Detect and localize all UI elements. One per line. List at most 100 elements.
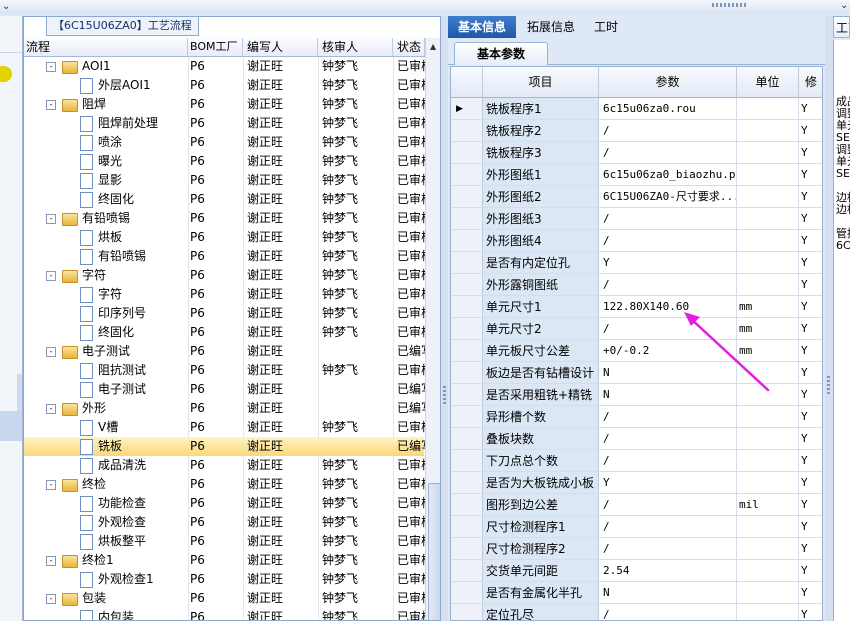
grid-row[interactable]: 铣板程序3/ Y <box>451 142 822 164</box>
unit-cell[interactable] <box>737 472 799 493</box>
tree-node[interactable]: - 终检1 <box>24 551 188 570</box>
tree-row[interactable]: - 阻焊 P6 谢正旺 钟梦飞 已审核 <box>24 95 429 114</box>
unit-cell[interactable] <box>737 582 799 603</box>
flag-cell[interactable]: Y <box>799 142 822 163</box>
param-cell[interactable]: / <box>599 516 737 537</box>
tree-row[interactable]: 烘板 P6 谢正旺 钟梦飞 已审核 <box>24 228 429 247</box>
flag-cell[interactable]: Y <box>799 406 822 427</box>
tree-row[interactable]: - 终检 P6 谢正旺 钟梦飞 已审核 <box>24 475 429 494</box>
param-cell[interactable]: / <box>599 406 737 427</box>
row-selector[interactable] <box>451 340 483 361</box>
tree-row[interactable]: 曝光 P6 谢正旺 钟梦飞 已审核 <box>24 152 429 171</box>
row-selector[interactable] <box>451 120 483 141</box>
tree-node[interactable]: 终固化 <box>24 323 188 342</box>
param-cell[interactable]: Y <box>599 472 737 493</box>
unit-cell[interactable]: mm <box>737 318 799 339</box>
collapse-toggle-icon[interactable]: - <box>46 594 56 604</box>
tree-row[interactable]: 外观检查1 P6 谢正旺 钟梦飞 已审核 <box>24 570 429 589</box>
tree-node[interactable]: 功能检查 <box>24 494 188 513</box>
tree-node[interactable]: 显影 <box>24 171 188 190</box>
row-selector[interactable] <box>451 472 483 493</box>
grid-row[interactable]: 异形槽个数 / Y <box>451 406 822 428</box>
col-header-unit[interactable]: 单位 <box>737 67 799 97</box>
tree-node[interactable]: - 字符 <box>24 266 188 285</box>
row-selector[interactable] <box>451 450 483 471</box>
row-selector[interactable] <box>451 406 483 427</box>
row-selector[interactable] <box>451 582 483 603</box>
collapse-toggle-icon[interactable]: - <box>46 214 56 224</box>
flag-cell[interactable]: Y <box>799 384 822 405</box>
flag-cell[interactable]: Y <box>799 494 822 515</box>
col-header-flag[interactable]: 修 <box>799 67 822 97</box>
unit-cell[interactable] <box>737 252 799 273</box>
grid-row[interactable]: 单元尺寸1 122.80X140.60 mm Y <box>451 296 822 318</box>
flag-cell[interactable]: Y <box>799 538 822 559</box>
unit-cell[interactable] <box>737 384 799 405</box>
tree-node[interactable]: 铣板 <box>24 437 188 456</box>
unit-cell[interactable] <box>737 406 799 427</box>
tree-node[interactable]: 外层AOI1 <box>24 76 188 95</box>
tree-row[interactable]: 显影 P6 谢正旺 钟梦飞 已审核 <box>24 171 429 190</box>
flag-cell[interactable]: Y <box>799 428 822 449</box>
param-cell[interactable]: +0/-0.2 <box>599 340 737 361</box>
tree-row[interactable]: - 有铅喷锡 P6 谢正旺 钟梦飞 已审核 <box>24 209 429 228</box>
tree-row[interactable]: - 电子测试 P6 谢正旺 已编写 <box>24 342 429 361</box>
tree-node[interactable]: 电子测试 <box>24 380 188 399</box>
collapse-arrow-icon[interactable]: ⌄ <box>840 0 848 11</box>
tree-row[interactable]: 有铅喷锡 P6 谢正旺 钟梦飞 已审核 <box>24 247 429 266</box>
grid-row[interactable]: 单元尺寸2/mm Y <box>451 318 822 340</box>
unit-cell[interactable] <box>737 362 799 383</box>
grid-row[interactable]: 是否有金属化半孔 N Y <box>451 582 822 604</box>
param-cell[interactable]: N <box>599 362 737 383</box>
param-cell[interactable]: / <box>599 538 737 559</box>
tree-row[interactable]: 终固化 P6 谢正旺 钟梦飞 已审核 <box>24 323 429 342</box>
grid-row[interactable]: 是否有内定位孔 Y Y <box>451 252 822 274</box>
row-selector[interactable] <box>451 604 483 620</box>
param-cell[interactable]: / <box>599 120 737 141</box>
unit-cell[interactable] <box>737 98 799 119</box>
collapse-toggle-icon[interactable]: - <box>46 62 56 72</box>
unit-cell[interactable] <box>737 450 799 471</box>
unit-cell[interactable] <box>737 604 799 620</box>
col-header-bom[interactable]: BOM工厂 <box>188 38 243 56</box>
collapse-toggle-icon[interactable]: - <box>46 347 56 357</box>
flag-cell[interactable]: Y <box>799 340 822 361</box>
param-cell[interactable]: / <box>599 604 737 620</box>
param-cell[interactable]: / <box>599 274 737 295</box>
grid-row[interactable]: 尺寸检测程序1/ Y <box>451 516 822 538</box>
tree-node[interactable]: 终固化 <box>24 190 188 209</box>
tree-node[interactable]: 内包装 <box>24 608 188 620</box>
flag-cell[interactable]: Y <box>799 230 822 251</box>
param-cell[interactable]: 6C15U06ZA0-尺寸要求... <box>599 186 737 207</box>
param-cell[interactable]: / <box>599 428 737 449</box>
collapse-toggle-icon[interactable]: - <box>46 404 56 414</box>
tree-row[interactable]: 印序列号 P6 谢正旺 钟梦飞 已审核 <box>24 304 429 323</box>
tree-row[interactable]: 内包装 P6 谢正旺 钟梦飞 已审核 <box>24 608 429 620</box>
row-selector[interactable] <box>451 164 483 185</box>
grid-row[interactable]: 板边是否有钻槽设计 N Y <box>451 362 822 384</box>
param-cell[interactable]: / <box>599 318 737 339</box>
tree-node[interactable]: 喷涂 <box>24 133 188 152</box>
grid-row[interactable]: 尺寸检测程序2/ Y <box>451 538 822 560</box>
param-cell[interactable]: / <box>599 450 737 471</box>
param-cell[interactable]: 6c15u06za0.rou <box>599 98 737 119</box>
col-header-param[interactable]: 参数 <box>599 67 737 97</box>
grid-row[interactable]: 是否采用粗铣+精铣 N Y <box>451 384 822 406</box>
tree-row[interactable]: V槽 P6 谢正旺 钟梦飞 已审核 <box>24 418 429 437</box>
tree-node[interactable]: 有铅喷锡 <box>24 247 188 266</box>
param-cell[interactable]: N <box>599 582 737 603</box>
splitter-grip-icon[interactable] <box>443 386 446 406</box>
row-selector[interactable] <box>451 186 483 207</box>
unit-cell[interactable]: mil <box>737 494 799 515</box>
unit-cell[interactable] <box>737 164 799 185</box>
param-cell[interactable]: 122.80X140.60 <box>599 296 737 317</box>
expand-down-icon[interactable]: ⌄ <box>2 1 10 12</box>
tab-extended-info[interactable]: 拓展信息 <box>518 16 584 38</box>
tree-row[interactable]: 功能检查 P6 谢正旺 钟梦飞 已审核 <box>24 494 429 513</box>
splitter-right[interactable] <box>825 16 833 621</box>
param-cell[interactable]: / <box>599 142 737 163</box>
tree-node[interactable]: 烘板 <box>24 228 188 247</box>
param-cell[interactable]: 6c15u06za0_biaozhu.pdf <box>599 164 737 185</box>
grid-row[interactable]: ▶ 铣板程序1 6c15u06za0.rou Y <box>451 98 822 120</box>
tree-node[interactable]: 阻焊前处理 <box>24 114 188 133</box>
